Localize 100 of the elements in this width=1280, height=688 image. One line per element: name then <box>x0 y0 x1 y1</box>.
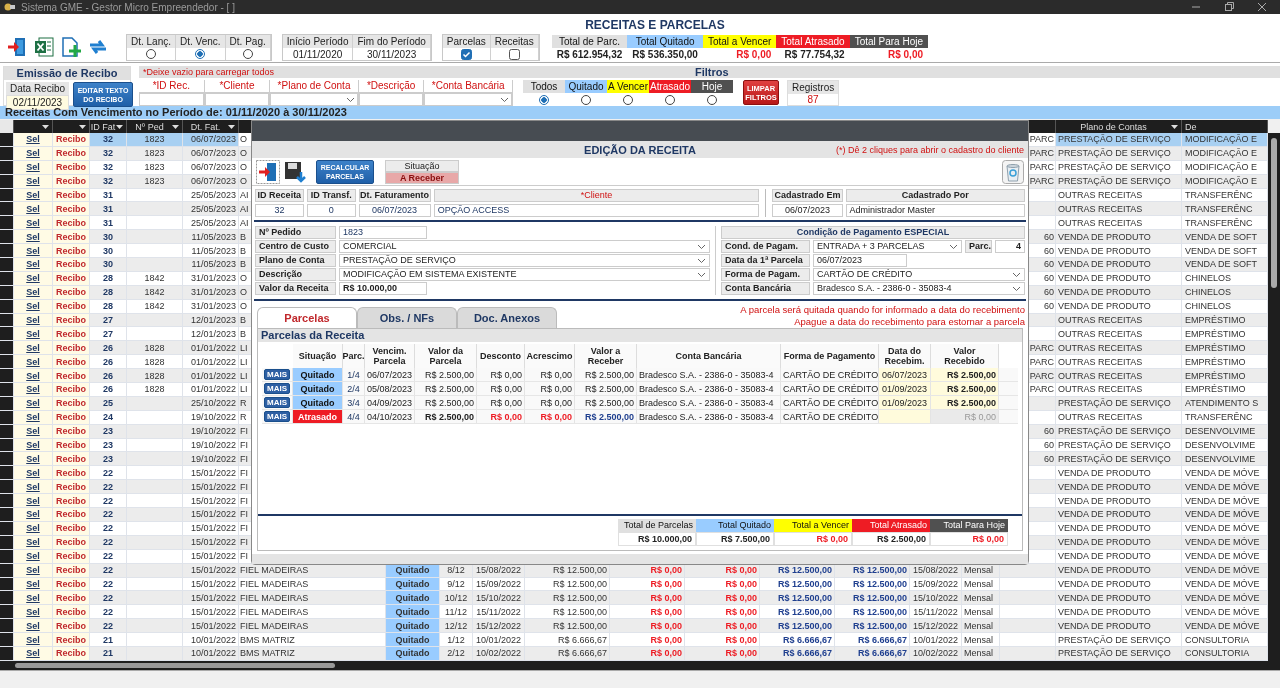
table-cell: 32 <box>90 174 127 189</box>
table-cell: R$ 2.500,00 <box>415 410 477 423</box>
table-cell: O <box>240 134 247 145</box>
table-cell: FI <box>240 467 248 478</box>
table-cell: Mensal <box>962 633 1000 647</box>
hint-text: (*) Dê 2 cliques para abrir o cadastro do cliente <box>835 144 1025 155</box>
table-cell: R$ 0,00 <box>477 396 525 409</box>
table-cell: R$ 0,00 <box>477 410 525 423</box>
table-cell: VENDA DE PRODUTO <box>1056 299 1182 314</box>
filter-note: *Deixe vazio para carregar todos <box>143 67 276 77</box>
table-cell: Bradesco S.A. - 2386-0 - 35083-4 <box>637 410 781 423</box>
field-label: *Cliente <box>433 189 760 202</box>
column-header: Acrescimo <box>526 351 573 361</box>
status-cell: Quitado <box>386 633 440 647</box>
table-cell: 32 <box>90 160 127 175</box>
field-label: ID Receita <box>255 189 304 202</box>
total-label: Total a Vencer <box>702 35 777 48</box>
table-cell: R$ 0,00 <box>525 410 575 423</box>
table-cell: O <box>240 176 247 187</box>
table-cell: VENDA DE PRODUTO <box>1056 549 1182 564</box>
table-cell: Mensal <box>962 646 1000 661</box>
column-header: Forma de Pagamento <box>783 351 876 361</box>
filters-title: Filtros <box>695 66 729 78</box>
table-cell: OUTRAS RECEITAS <box>1056 383 1182 397</box>
field-label: Cadastrado Em <box>772 189 843 202</box>
status-option-label: Hoje <box>691 80 733 93</box>
table-cell: PARC <box>1029 384 1054 395</box>
table-cell: R$ 0,00 <box>525 396 575 409</box>
table-cell: 05/08/2023 <box>365 382 415 395</box>
total-value: R$ 0,00 <box>930 532 1008 546</box>
table-cell: 21 <box>90 646 127 661</box>
table-cell: FI <box>240 537 248 548</box>
table-cell: 10/01/2022 <box>473 633 525 647</box>
table-cell: PRESTAÇÃO DE SERVIÇO <box>1056 424 1182 439</box>
status-cell: Quitado <box>293 396 343 409</box>
table-cell: 2/12 <box>440 646 473 661</box>
field-label: Data Recibo <box>6 82 70 95</box>
table-cell: LI <box>240 356 248 367</box>
table-cell: 1/4 <box>343 368 365 381</box>
table-cell: 2/4 <box>343 382 365 395</box>
field-label: Centro de Custo <box>255 240 336 253</box>
table-cell: BMS MATRIZ <box>239 633 386 647</box>
note-text: Apague a data do recebimento para estornar a parcela <box>793 316 1025 328</box>
table-cell: 31/01/2023 <box>183 285 239 300</box>
filter-label: *Plano de Conta <box>270 80 358 93</box>
table-cell: 04/10/2023 <box>365 410 415 423</box>
table-cell: R$ 2.500,00 <box>575 368 637 381</box>
table-cell: AI <box>240 190 249 200</box>
table-cell: 15/01/2022 <box>183 563 239 578</box>
status-cell: Quitado <box>386 591 440 606</box>
table-cell: 22 <box>90 521 127 536</box>
table-cell: R$ 6.666,67 <box>835 633 910 647</box>
table-cell: 60 <box>1044 426 1054 437</box>
table-cell: R$ 0,00 <box>610 633 685 647</box>
dialog-title: EDIÇÃO DA RECEITA <box>584 143 696 156</box>
total-label: Total a Vencer <box>774 519 852 532</box>
column-header: Valor Recebido <box>943 346 986 366</box>
table-cell: B <box>240 231 246 242</box>
table-cell: R$ 0,00 <box>525 382 575 395</box>
table-cell: B <box>240 315 246 325</box>
table-cell: 06/07/2023 <box>183 146 239 161</box>
table-cell: PARC <box>1029 134 1054 145</box>
column-header: Situação <box>298 351 337 361</box>
table-cell: O <box>240 273 247 284</box>
panel-title: Parcelas da Receita <box>258 329 1022 342</box>
page-title: RECEITAS E PARCELAS <box>584 17 726 33</box>
table-cell: 60 <box>1044 453 1054 464</box>
table-cell: 22 <box>90 508 127 522</box>
total-label: Total Quitado <box>696 519 774 532</box>
field-label: Cond. de Pagam. <box>721 240 810 253</box>
table-cell: FI <box>240 453 248 464</box>
table-cell: VENDA DE PRODUTO <box>1056 535 1182 550</box>
table-cell: 15/01/2022 <box>183 549 239 564</box>
table-cell: 28 <box>90 285 127 300</box>
table-cell: 1823 <box>127 146 183 161</box>
table-cell: LI <box>240 370 248 381</box>
table-cell: 60 <box>1044 245 1054 256</box>
total-label: Total Para Hoje <box>930 519 1008 532</box>
table-cell: FI <box>240 481 248 492</box>
field-label: Conta Bancária <box>721 282 810 295</box>
table-cell: 19/10/2022 <box>183 410 239 425</box>
table-cell: O <box>240 287 247 298</box>
column-header: Parc. <box>342 351 365 361</box>
table-cell: 21 <box>90 633 127 647</box>
table-cell: VENDA DE PRODUTO <box>1056 271 1182 286</box>
table-cell: 22 <box>90 535 127 550</box>
table-cell: VENDA DE PRODUTO <box>1056 258 1182 272</box>
table-cell: R$ 0,00 <box>685 633 760 647</box>
table-cell: Bradesco S.A. - 2386-0 - 35083-4 <box>637 396 781 409</box>
table-cell: 22 <box>90 563 127 578</box>
total-value: R$ 0,00 <box>774 532 852 546</box>
table-cell: 30 <box>90 258 127 272</box>
total-label: Total de Parcelas <box>618 519 696 532</box>
table-cell: 1828 <box>127 383 183 397</box>
table-cell: R$ 0,00 <box>477 382 525 395</box>
status-cell: Quitado <box>386 605 440 620</box>
table-cell: R$ 2.500,00 <box>575 410 637 423</box>
table-cell: 26 <box>90 383 127 397</box>
field-label: ID Transf. <box>306 189 356 202</box>
table-cell: FI <box>240 440 248 451</box>
